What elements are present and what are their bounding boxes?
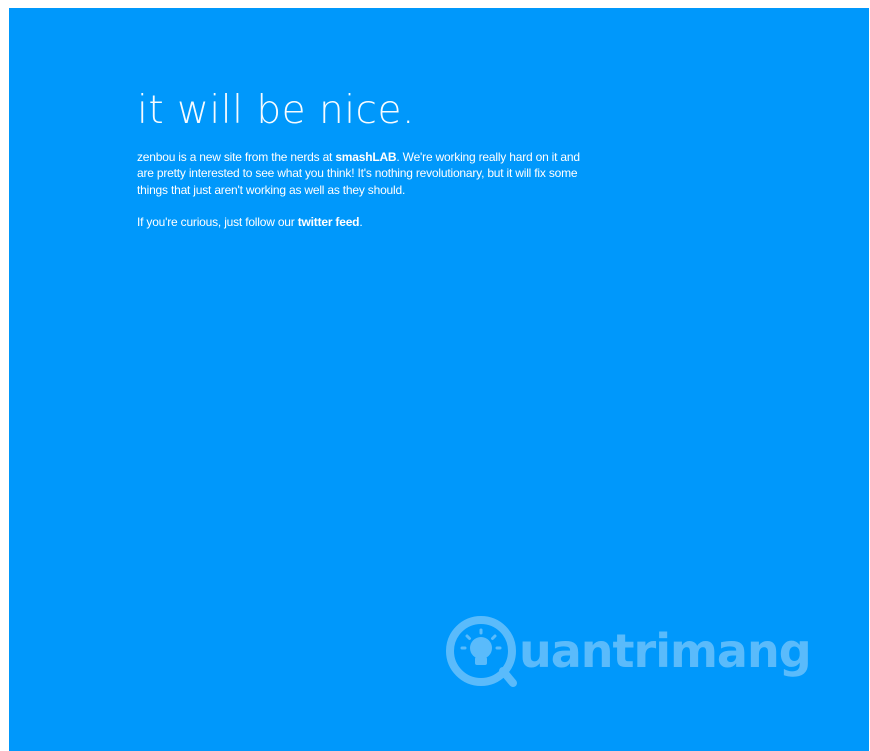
intro-paragraph: zenbou is a new site from the nerds at s… <box>137 149 597 199</box>
follow-paragraph: If you're curious, just follow our twitt… <box>137 214 597 231</box>
twitter-feed-link[interactable]: twitter feed <box>298 215 360 229</box>
follow-text-end: . <box>359 215 363 230</box>
smashlab-link[interactable]: smashLAB <box>335 150 396 164</box>
lightbulb-icon <box>446 616 517 687</box>
follow-text-start: If you're curious, just follow our <box>137 215 298 230</box>
page-headline: it will be nice. <box>137 88 415 133</box>
intro-text-start: zenbou is a new site from the nerds at <box>137 149 336 164</box>
main-content: it will be nice. zenbou is a new site fr… <box>137 88 597 231</box>
page-canvas: it will be nice. zenbou is a new site fr… <box>9 8 869 751</box>
watermark-logo: uantrimang <box>445 615 812 687</box>
watermark-text: uantrimang <box>519 624 812 678</box>
